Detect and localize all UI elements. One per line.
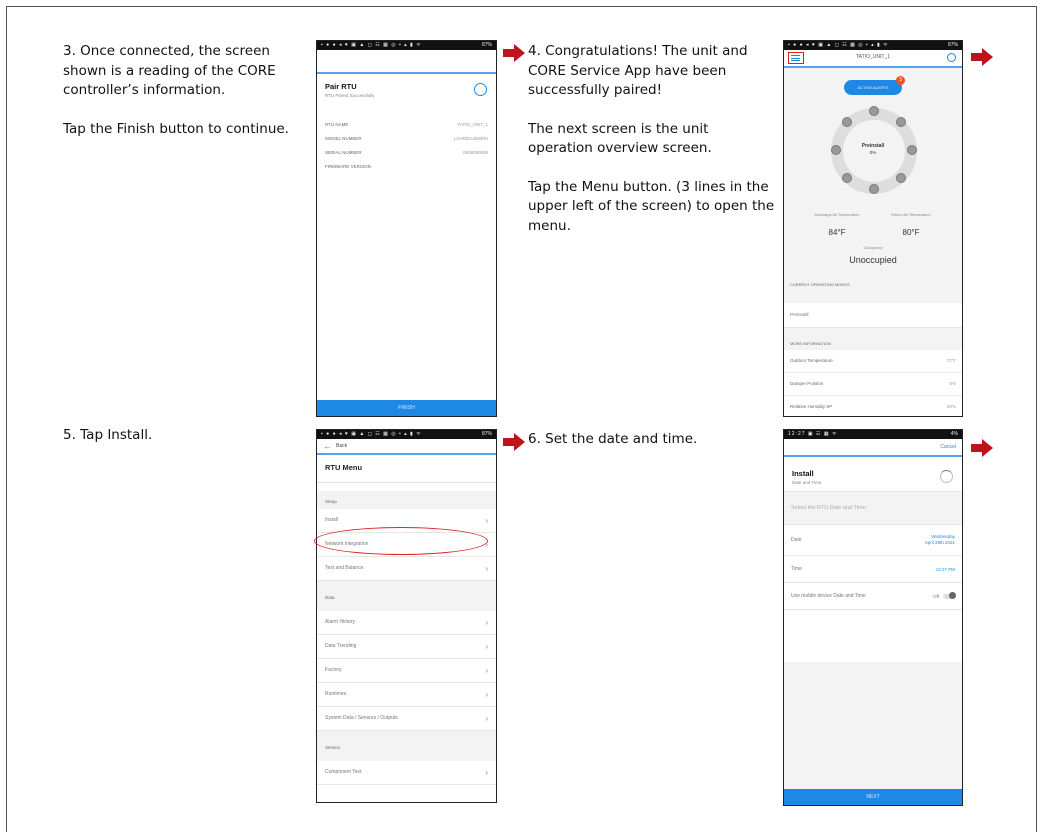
- section-service: Service: [317, 731, 496, 761]
- occupancy-label: Occupancy: [863, 246, 883, 250]
- section-data: Data: [317, 581, 496, 611]
- chevron-right-icon: ›: [485, 666, 488, 675]
- step-3-p1: 3. Once connected, the screen shown is a…: [63, 43, 276, 98]
- menu-item-component-test[interactable]: Component Test ›: [317, 761, 496, 785]
- step-4-text: 4. Congratulations! The unit and CORE Se…: [528, 42, 776, 255]
- chevron-right-icon: ›: [485, 540, 488, 549]
- step-5-text: 5. Tap Install.: [63, 426, 303, 465]
- occupancy-value: Unoccupied: [849, 255, 897, 265]
- next-button[interactable]: NEXT: [784, 789, 962, 805]
- status-bar: ▪ ● ● ◂ ♥ ▣ ▲ ◻ ☷ ▦ ◎ ▪ ▴ ▮ ᯤ 87%: [317, 430, 496, 439]
- center-mode: Preinstall: [861, 143, 885, 149]
- step-5-p1: 5. Tap Install.: [63, 427, 153, 443]
- menu-item-system-data[interactable]: System Data / Sensors / Outputs ›: [317, 707, 496, 731]
- arrow-right-icon: [971, 48, 993, 66]
- step-6-p1: 6. Set the date and time.: [528, 431, 698, 447]
- chevron-right-icon: ›: [485, 690, 488, 699]
- step-3-text: 3. Once connected, the screen shown is a…: [63, 42, 313, 158]
- field-rtu-name: RTU NAME TATIO_UNIT_1: [325, 122, 488, 127]
- step-4-p1: 4. Congratulations! The unit and CORE Se…: [528, 43, 748, 98]
- menu-item-alarm-history[interactable]: Alarm History ›: [317, 611, 496, 635]
- install-highlight-circle: [314, 527, 488, 555]
- back-button[interactable]: ← Back: [317, 439, 496, 453]
- info-damper-position: Damper Position 0%: [784, 373, 962, 396]
- center-value: 0%: [869, 150, 877, 155]
- current-mode: Preinstall: [784, 303, 962, 328]
- arrow-left-icon: ←: [323, 440, 332, 451]
- arrow-right-icon: [503, 433, 525, 451]
- toggle-knob: [949, 592, 956, 599]
- ring-node: [842, 173, 852, 183]
- ring-node: [842, 117, 852, 127]
- phone-install-date-time: 12:27 ▣ ☷ ▦ ᯤ 4% Cancel Install Date and …: [783, 429, 963, 806]
- chevron-right-icon: ›: [485, 642, 488, 651]
- ring-node: [896, 117, 906, 127]
- page-subtitle: RTU Paired Successfully: [325, 93, 375, 98]
- field-model-number: MODEL NUMBER LGH092U4EBR0: [325, 136, 488, 141]
- menu-item-factory[interactable]: Factory ›: [317, 659, 496, 683]
- discharge-air-value: 84°F: [828, 228, 846, 237]
- field-firmware-version: FIRMWARE VERSION: [325, 164, 371, 169]
- chevron-right-icon: ›: [485, 516, 488, 525]
- finish-button[interactable]: FINISH: [317, 400, 496, 416]
- arrow-right-icon: [503, 44, 525, 62]
- more-info-header-bar: MORE INFORMATION: [784, 328, 962, 350]
- return-air-label: Return Air Temperature: [891, 213, 931, 217]
- page-subtitle: Date and Time: [792, 480, 822, 485]
- app-bar: Cancel: [784, 439, 962, 455]
- status-bar: 12:27 ▣ ☷ ▦ ᯤ 4%: [784, 430, 962, 439]
- info-outdoor-temp: Outdoor Temperature 72°F: [784, 350, 962, 373]
- page-title: Pair RTU: [325, 82, 357, 91]
- date-time-prompt: Select the RTU Date and Time:: [784, 491, 962, 525]
- modes-header: CURRENT OPERATING MODES: [790, 282, 850, 287]
- overview-panel: ACTIVE ALERTS 3 Preinstall 0% Discharge …: [784, 68, 962, 303]
- date-row[interactable]: Date Wednesday April 28th 2021: [784, 525, 962, 556]
- empty-area: [784, 662, 962, 789]
- arrow-right-icon: [971, 439, 993, 457]
- install-header: Install Date and Time: [784, 457, 962, 491]
- alerts-badge: 3: [896, 76, 905, 85]
- status-bar: ▪ ● ● ◂ ♥ ▣ ▲ ◻ ☷ ▦ ◎ ▪ ▴ ▮ ᯤ 87%: [317, 41, 496, 50]
- more-info-header: MORE INFORMATION: [790, 341, 831, 346]
- chevron-right-icon: ›: [485, 714, 488, 723]
- cancel-button[interactable]: Cancel: [940, 444, 956, 450]
- ring-node: [869, 106, 879, 116]
- pair-header: Pair RTU RTU Paired Successfully: [317, 74, 496, 104]
- chevron-right-icon: ›: [485, 564, 488, 573]
- date-value-date: April 28th 2021: [924, 540, 955, 545]
- phone-pair-rtu: ▪ ● ● ◂ ♥ ▣ ▲ ◻ ☷ ▦ ◎ ▪ ▴ ▮ ᯤ 87% Pair RT…: [316, 40, 497, 417]
- step-3-p2: Tap the Finish button to continue.: [63, 120, 289, 137]
- step-6-text: 6. Set the date and time.: [528, 430, 768, 469]
- discharge-air-label: Discharge Air Temperature: [814, 213, 860, 217]
- unit-title: TATIO_UNIT_1: [856, 54, 890, 60]
- info-relative-humidity: Relative Humidity SP 60%: [790, 404, 956, 409]
- status-bar: ▪ ● ● ◂ ♥ ▣ ▲ ◻ ☷ ▦ ◎ ▪ ▴ ▮ ᯤ 87%: [784, 41, 962, 50]
- gear-icon[interactable]: [947, 53, 956, 62]
- section-setup: Setup: [317, 491, 496, 509]
- ring-node: [869, 184, 879, 194]
- step-4-p2: The next screen is the unit operation ov…: [528, 120, 712, 157]
- time-row[interactable]: Time 12:27 PM: [784, 556, 962, 583]
- menu-item-runtimes[interactable]: Runtimes ›: [317, 683, 496, 707]
- step-4-p3: Tap the Menu button. (3 lines in the upp…: [528, 178, 775, 234]
- page-title: Install: [792, 469, 814, 478]
- ring-node: [896, 173, 906, 183]
- toggle-state: Off: [933, 593, 939, 599]
- phone-rtu-menu: ▪ ● ● ◂ ♥ ▣ ▲ ◻ ☷ ▦ ◎ ▪ ▴ ▮ ᯤ 87% ← Back R…: [316, 429, 497, 803]
- chevron-right-icon: ›: [485, 618, 488, 627]
- mobile-time-toggle[interactable]: [943, 592, 956, 599]
- date-value-weekday: Wednesday: [931, 534, 955, 539]
- active-alerts-button[interactable]: ACTIVE ALERTS: [844, 80, 902, 95]
- phone-unit-overview: ▪ ● ● ◂ ♥ ▣ ▲ ◻ ☷ ▦ ◎ ▪ ▴ ▮ ᯤ 87% TATIO_U…: [783, 40, 963, 417]
- page-title: RTU Menu: [317, 455, 496, 483]
- menu-item-data-trending[interactable]: Data Trending ›: [317, 635, 496, 659]
- field-serial-number: SERIAL NUMBER 0808080808: [325, 150, 488, 155]
- mobile-time-toggle-row: Use mobile device Date and Time Off: [784, 583, 962, 610]
- loading-spinner-icon: [940, 470, 953, 483]
- menu-item-test-and-balance[interactable]: Test and Balance ›: [317, 557, 496, 581]
- return-air-value: 80°F: [902, 228, 920, 237]
- status-circle-icon: [474, 83, 487, 96]
- app-bar: TATIO_UNIT_1: [784, 50, 962, 66]
- chevron-right-icon: ›: [485, 768, 488, 777]
